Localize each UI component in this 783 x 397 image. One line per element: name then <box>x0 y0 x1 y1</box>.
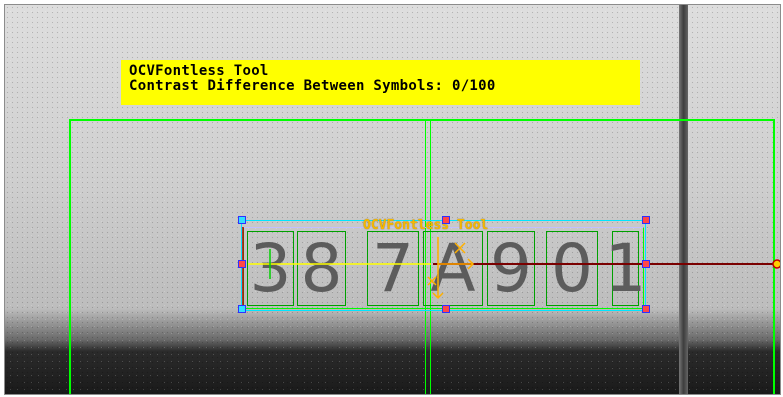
crosshair-icon-2 <box>427 276 437 286</box>
handle-top-right[interactable] <box>642 216 650 224</box>
handle-top-left[interactable] <box>238 216 246 224</box>
handle-middle-left[interactable] <box>238 260 246 268</box>
handle-middle-right[interactable] <box>642 260 650 268</box>
handle-bottom-center[interactable] <box>442 305 450 313</box>
camera-image-viewport[interactable]: OCVFontless Tool Contrast Difference Bet… <box>4 4 781 395</box>
axis-end-marker-icon <box>772 259 780 269</box>
overlay-graphics <box>242 227 780 309</box>
crosshair-icon <box>454 242 466 254</box>
handle-bottom-left[interactable] <box>238 305 246 313</box>
handle-top-center[interactable] <box>442 216 450 224</box>
handle-bottom-right[interactable] <box>642 305 650 313</box>
